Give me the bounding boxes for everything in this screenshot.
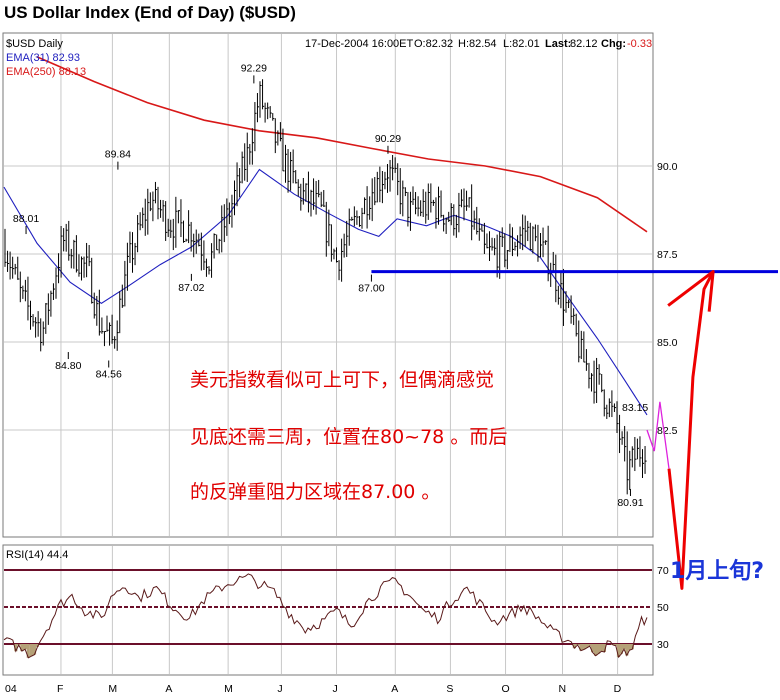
quote-last-label: Last: [545, 38, 571, 50]
price-callout-label: 90.29 [375, 133, 401, 145]
rsi-tick-label: 30 [657, 639, 669, 651]
x-tick-label: F [57, 683, 63, 695]
x-tick-label: A [165, 683, 172, 695]
price-panel: 82.5 85.0 87.5 90.0 88.01 84.80 84.56 89.84 87.… [2, 32, 778, 590]
legend-ema31: EMA(31) 82.93 [6, 52, 80, 64]
price-callout-label: 84.80 [55, 360, 81, 372]
quote-last: 82.12 [570, 38, 598, 50]
rsi-panel: 30 50 70 RSI(14) 44.4 [2, 544, 669, 676]
price-tick-label: 85.0 [657, 337, 678, 349]
legend-ema250: EMA(250) 88.13 [6, 66, 86, 78]
quote-line: 17-Dec-2004 16:00ET O:82.32 H:82.54 L:82… [305, 38, 652, 50]
forecast-arrowhead [667, 270, 715, 312]
price-callout-label: 84.56 [96, 368, 122, 380]
x-tick-label: S [446, 683, 453, 695]
quote-open: O:82.32 [414, 38, 453, 50]
chart-canvas: US Dollar Index (End of Day) ($USD) 82.5… [2, 3, 778, 695]
x-tick-label: 04 [5, 683, 17, 695]
price-callout-label: 88.01 [13, 213, 39, 225]
x-tick-label: M [224, 683, 233, 695]
quote-date: 17-Dec-2004 16:00ET [305, 38, 414, 50]
price-callout-label: 89.84 [105, 149, 131, 161]
forecast-label: 1月上旬? [670, 558, 764, 584]
x-tick-label: J [333, 683, 338, 695]
quote-chg-label: Chg: [601, 38, 626, 50]
x-axis: 04 F M A M J J A S O N D [5, 683, 622, 695]
rsi-tick-label: 70 [657, 565, 669, 577]
ema31-value-label: 83.15 [622, 402, 648, 414]
x-tick-label: J [277, 683, 282, 695]
quote-high: H:82.54 [458, 38, 497, 50]
annotation-line-3: 的反弹重阻力区域在87.00 。 [190, 481, 440, 503]
x-tick-label: O [502, 683, 510, 695]
price-callout-label: 87.02 [178, 282, 204, 294]
rsi-panel-frame [2, 544, 654, 676]
quote-low: L:82.01 [503, 38, 540, 50]
price-callout-label: 80.91 [617, 497, 643, 509]
price-callout-label: 87.00 [358, 283, 384, 295]
x-tick-label: D [614, 683, 622, 695]
price-tick-label: 90.0 [657, 161, 678, 173]
x-tick-label: A [391, 683, 398, 695]
annotation-line-2: 见底还需三周，位置在80~78 。而后 [190, 426, 507, 448]
annotation-line-1: 美元指数看似可上可下，但偶滴感觉 [190, 369, 494, 391]
symbol-label: $USD Daily [6, 38, 63, 50]
price-tick-label: 82.5 [657, 425, 678, 437]
x-tick-label: N [558, 683, 566, 695]
chart-title: US Dollar Index (End of Day) ($USD) [4, 3, 296, 22]
rsi-label: RSI(14) 44.4 [6, 549, 68, 561]
rsi-tick-label: 50 [657, 602, 669, 614]
rsi-y-axis: 30 50 70 [657, 565, 669, 651]
price-tick-label: 87.5 [657, 249, 678, 261]
price-callout-label: 92.29 [241, 62, 267, 74]
x-tick-label: M [108, 683, 117, 695]
quote-chg: -0.33 [627, 38, 652, 50]
